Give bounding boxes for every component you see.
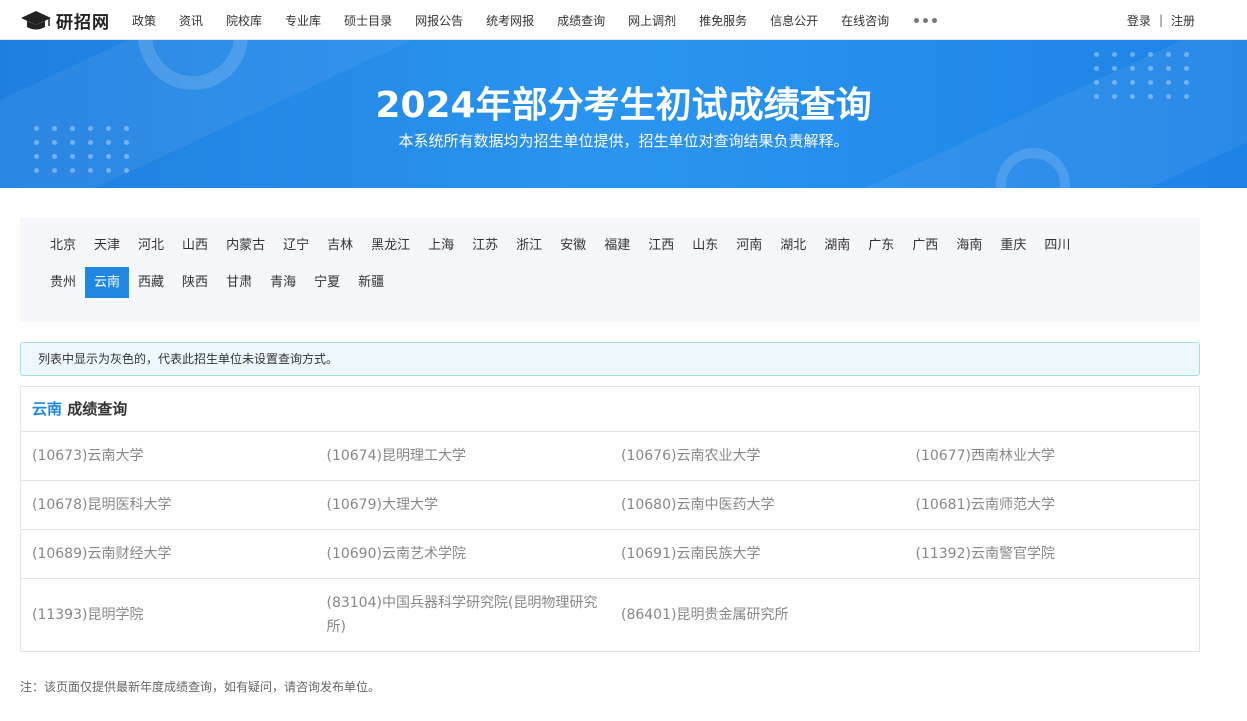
nav-recommendation[interactable]: 推免服务: [699, 12, 747, 29]
province-item[interactable]: 河南: [727, 230, 771, 261]
nav-policy[interactable]: 政策: [132, 12, 156, 29]
province-row: 北京 天津 河北 山西 内蒙古 辽宁 吉林 黑龙江 上海 江苏 浙江 安徽 福建…: [41, 230, 1200, 261]
province-item[interactable]: 新疆: [349, 267, 393, 298]
page-subtitle: 本系统所有数据均为招生单位提供，招生单位对查询结果负责解释。: [398, 132, 849, 150]
province-item[interactable]: 辽宁: [274, 230, 318, 261]
province-item[interactable]: 吉林: [318, 230, 362, 261]
nav-score-query[interactable]: 成绩查询: [557, 12, 605, 29]
province-item[interactable]: 黑龙江: [362, 230, 419, 261]
top-navbar: 研招网 政策 资讯 院校库 专业库 硕士目录 网报公告 统考网报 成绩查询 网上…: [0, 0, 1247, 40]
institution-link[interactable]: (10676)云南农业大学: [610, 432, 905, 480]
province-item-selected[interactable]: 云南: [85, 267, 130, 298]
province-item[interactable]: 甘肃: [217, 267, 261, 298]
province-item[interactable]: 青海: [261, 267, 305, 298]
province-item[interactable]: 内蒙古: [217, 230, 274, 261]
institution-link[interactable]: (10678)昆明医科大学: [21, 481, 316, 529]
auth-links: 登录 | 注册: [1127, 0, 1195, 40]
register-link[interactable]: 注册: [1171, 12, 1195, 29]
info-notice: 列表中显示为灰色的，代表此招生单位未设置查询方式。: [20, 342, 1200, 376]
province-item[interactable]: 海南: [947, 230, 991, 261]
province-item[interactable]: 广西: [903, 230, 947, 261]
more-dots-icon[interactable]: [914, 17, 938, 23]
page-title: 2024年部分考生初试成绩查询: [375, 85, 872, 126]
province-item[interactable]: 安徽: [551, 230, 595, 261]
province-item[interactable]: 天津: [85, 230, 129, 261]
nav-online-consult[interactable]: 在线咨询: [841, 12, 889, 29]
province-item[interactable]: 河北: [129, 230, 173, 261]
results-province: 云南: [32, 400, 63, 418]
nav-master-catalog[interactable]: 硕士目录: [344, 12, 392, 29]
institution-link[interactable]: (10674)昆明理工大学: [316, 432, 611, 480]
institution-link[interactable]: (10679)大理大学: [316, 481, 611, 529]
institution-link[interactable]: (10673)云南大学: [21, 432, 316, 480]
nav-registration-notice[interactable]: 网报公告: [415, 12, 463, 29]
institution-link[interactable]: (11392)云南警官学院: [905, 530, 1200, 578]
province-selector: 北京 天津 河北 山西 内蒙古 辽宁 吉林 黑龙江 上海 江苏 浙江 安徽 福建…: [20, 218, 1200, 322]
province-item[interactable]: 江西: [639, 230, 683, 261]
province-item[interactable]: 湖南: [815, 230, 859, 261]
province-item[interactable]: 江苏: [463, 230, 507, 261]
province-item[interactable]: 湖北: [771, 230, 815, 261]
results-heading: 云南 成绩查询: [21, 387, 1199, 432]
nav-news[interactable]: 资讯: [179, 12, 203, 29]
login-link[interactable]: 登录: [1127, 12, 1151, 29]
table-row: (10673)云南大学 (10674)昆明理工大学 (10676)云南农业大学 …: [21, 432, 1199, 481]
nav-info-disclosure[interactable]: 信息公开: [770, 12, 818, 29]
province-item[interactable]: 广东: [859, 230, 903, 261]
province-item[interactable]: 陕西: [173, 267, 217, 298]
nav-majors[interactable]: 专业库: [285, 12, 321, 29]
province-item[interactable]: 山西: [173, 230, 217, 261]
province-item[interactable]: 北京: [41, 230, 85, 261]
province-item[interactable]: 上海: [419, 230, 463, 261]
table-row: (10678)昆明医科大学 (10679)大理大学 (10680)云南中医药大学…: [21, 481, 1199, 530]
institution-link[interactable]: (10680)云南中医药大学: [610, 481, 905, 529]
graduation-cap-icon: [21, 10, 51, 29]
results-table: 云南 成绩查询 (10673)云南大学 (10674)昆明理工大学 (10676…: [20, 386, 1200, 652]
site-logo[interactable]: 研招网: [20, 8, 110, 33]
auth-divider: |: [1158, 13, 1163, 27]
nav-schools[interactable]: 院校库: [226, 12, 262, 29]
province-row: 贵州 云南 西藏 陕西 甘肃 青海 宁夏 新疆: [41, 267, 1200, 298]
province-item[interactable]: 四川: [1035, 230, 1079, 261]
province-item[interactable]: 西藏: [129, 267, 173, 298]
nav-exam-registration[interactable]: 统考网报: [486, 12, 534, 29]
institution-link[interactable]: (11393)昆明学院: [21, 579, 316, 651]
hero-banner: 2024年部分考生初试成绩查询 本系统所有数据均为招生单位提供，招生单位对查询结…: [0, 40, 1247, 188]
footnote: 注：该页面仅提供最新年度成绩查询，如有疑问，请咨询发布单位。: [20, 680, 381, 694]
institution-link[interactable]: (10677)西南林业大学: [905, 432, 1200, 480]
logo-text: 研招网: [56, 13, 110, 33]
province-item[interactable]: 福建: [595, 230, 639, 261]
results-heading-suffix: 成绩查询: [67, 400, 128, 418]
empty-cell: [905, 579, 1200, 651]
table-row: (10689)云南财经大学 (10690)云南艺术学院 (10691)云南民族大…: [21, 530, 1199, 579]
province-item[interactable]: 重庆: [991, 230, 1035, 261]
province-item[interactable]: 山东: [683, 230, 727, 261]
province-item[interactable]: 宁夏: [305, 267, 349, 298]
nav-online-adjustment[interactable]: 网上调剂: [628, 12, 676, 29]
province-item[interactable]: 浙江: [507, 230, 551, 261]
main-nav: 政策 资讯 院校库 专业库 硕士目录 网报公告 统考网报 成绩查询 网上调剂 推…: [132, 0, 938, 40]
institution-link[interactable]: (10691)云南民族大学: [610, 530, 905, 578]
table-row: (11393)昆明学院 (83104)中国兵器科学研究院(昆明物理研究所) (8…: [21, 579, 1199, 651]
institution-link[interactable]: (10681)云南师范大学: [905, 481, 1200, 529]
province-item[interactable]: 贵州: [41, 267, 85, 298]
institution-link[interactable]: (83104)中国兵器科学研究院(昆明物理研究所): [316, 579, 611, 651]
institution-link[interactable]: (10690)云南艺术学院: [316, 530, 611, 578]
institution-link[interactable]: (86401)昆明贵金属研究所: [610, 579, 905, 651]
institution-link[interactable]: (10689)云南财经大学: [21, 530, 316, 578]
